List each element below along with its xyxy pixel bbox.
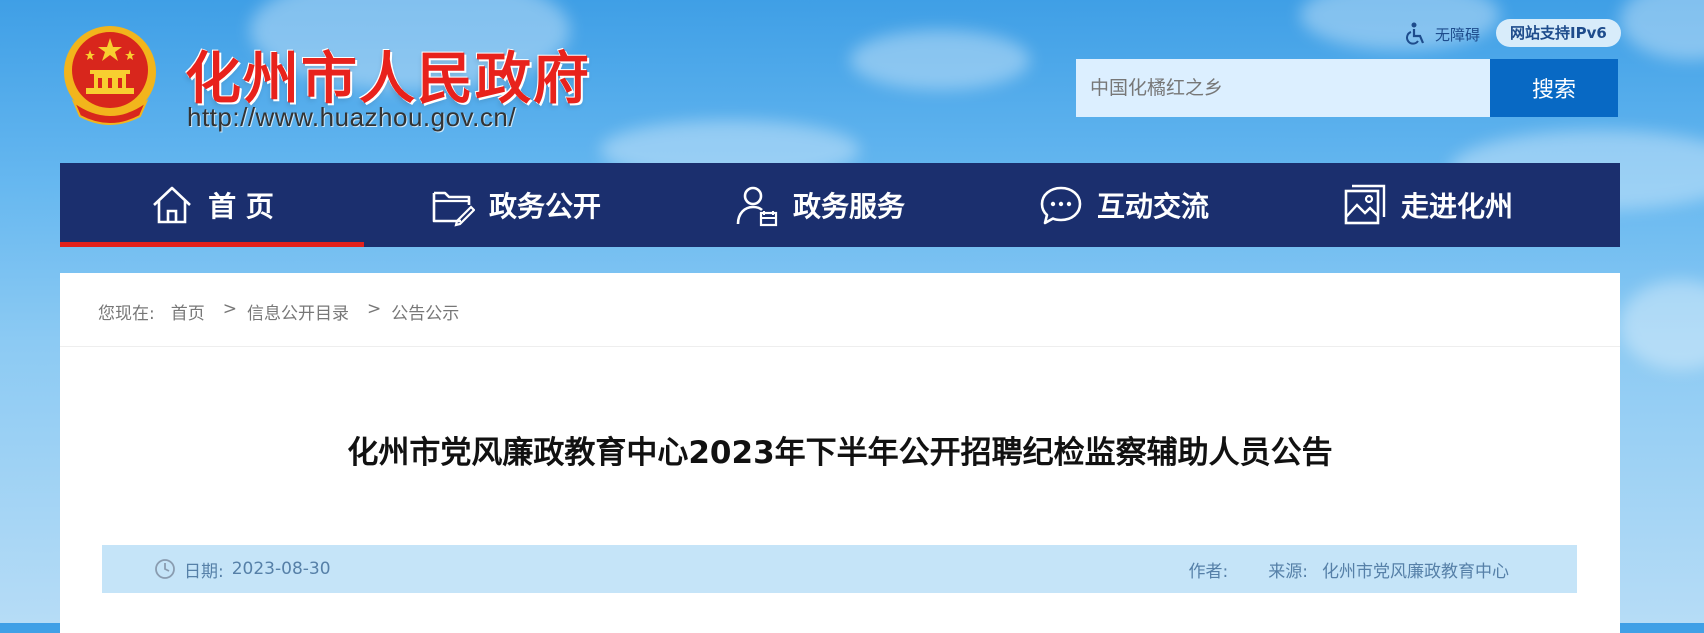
article-title: 化州市党风廉政教育中心2023年下半年公开招聘纪检监察辅助人员公告 [347, 435, 1333, 471]
content-panel: 您现在: 首页 > 信息公开目录 > 公告公示 化州市党风廉政教育中心2023年… [60, 273, 1620, 633]
author-label: 作者: [1188, 561, 1229, 582]
cloud-decoration [1620, 280, 1704, 370]
breadcrumb-item-home[interactable]: 首页 [171, 299, 205, 324]
breadcrumb: 您现在: 首页 > 信息公开目录 > 公告公示 [98, 299, 459, 324]
picture-icon [1344, 184, 1386, 225]
nav-label: 互动交流 [1096, 190, 1209, 223]
source-value: 化州市党风廉政教育中心 [1322, 561, 1509, 582]
date-value: 2023-08-30 [231, 559, 331, 579]
nav-label: 走进化州 [1400, 190, 1513, 223]
ipv6-badge: 网站支持IPv6 [1496, 19, 1621, 47]
date-label: 日期: [184, 561, 224, 582]
nav-label: 政务服务 [792, 190, 905, 223]
nav-item-government-services[interactable]: 政务服务 [668, 163, 972, 247]
breadcrumb-item-announcements[interactable]: 公告公示 [391, 299, 459, 324]
search-button[interactable]: 搜索 [1490, 59, 1618, 117]
nav-item-home[interactable]: 首 页 [60, 163, 364, 247]
nav-item-about-huazhou[interactable]: 走进化州 [1276, 163, 1580, 247]
nav-label: 政务公开 [488, 190, 601, 223]
breadcrumb-separator: > [222, 299, 237, 319]
wheelchair-icon [1406, 22, 1425, 45]
article-meta-bar: 日期: 2023-08-30 作者: 来源: 化州市党风廉政教育中心 [102, 545, 1577, 593]
site-url[interactable]: http://www.huazhou.gov.cn/ [187, 102, 516, 133]
divider [60, 346, 1620, 347]
clock-icon [155, 559, 175, 579]
nav-item-interaction[interactable]: 互动交流 [972, 163, 1276, 247]
article-date: 日期: 2023-08-30 [154, 545, 331, 593]
breadcrumb-item-info-catalog[interactable]: 信息公开目录 [247, 299, 349, 324]
nav-label: 首 页 [208, 190, 274, 223]
search-input[interactable] [1076, 59, 1490, 117]
accessibility-link[interactable]: 无障碍 [1405, 22, 1480, 46]
folder-edit-icon [432, 191, 475, 227]
home-icon [153, 186, 192, 224]
chat-bubble-icon [1040, 186, 1082, 225]
main-nav: 首 页 政务公开 政务服务 互动交流 走进化州 [60, 163, 1620, 247]
breadcrumb-prefix: 您现在: [98, 304, 155, 324]
national-emblem-logo[interactable] [60, 24, 160, 128]
cloud-decoration [1620, 0, 1704, 60]
user-calendar-icon [736, 186, 778, 227]
nav-item-government-affairs[interactable]: 政务公开 [364, 163, 668, 247]
breadcrumb-separator: > [366, 299, 382, 319]
accessibility-label: 无障碍 [1435, 25, 1481, 44]
article-meta-right: 作者: 来源: 化州市党风廉政教育中心 [1189, 545, 1509, 593]
cloud-decoration [850, 30, 1030, 90]
source-label: 来源: [1268, 561, 1308, 582]
search-box: 搜索 [1076, 59, 1618, 117]
